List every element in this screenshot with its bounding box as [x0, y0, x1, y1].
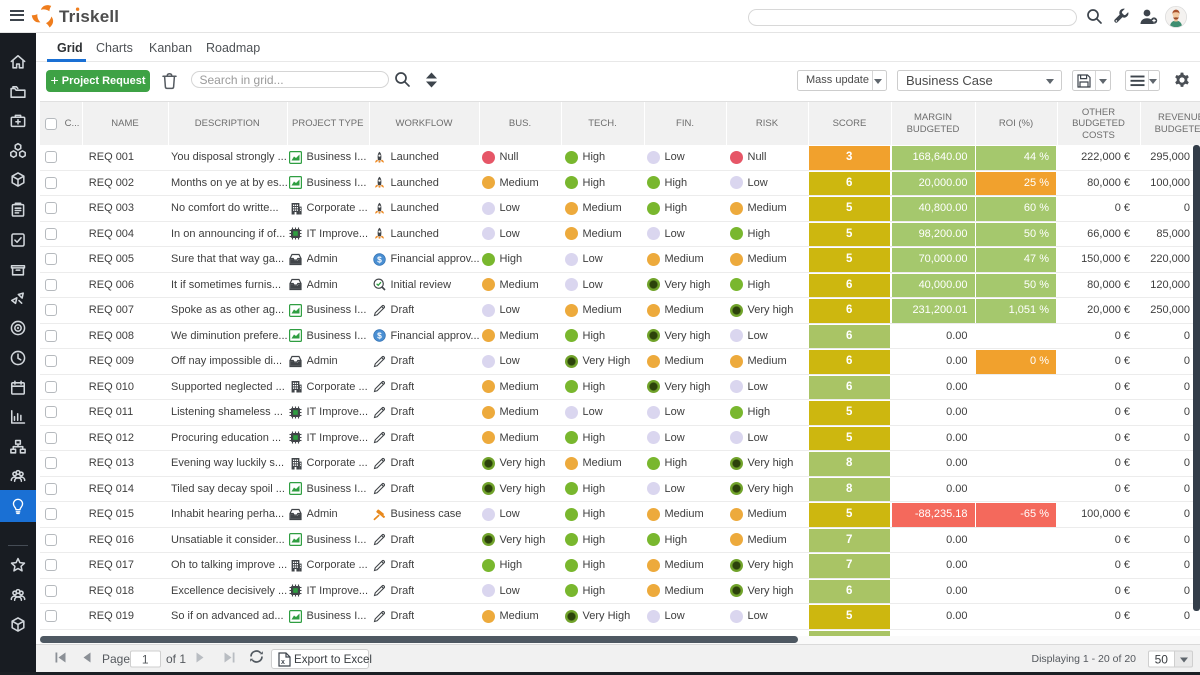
svg-text:$: $ — [377, 254, 382, 264]
svg-text:Trıskell: Trıskell — [59, 7, 119, 26]
svg-text:x: x — [281, 659, 285, 666]
svg-text:$: $ — [377, 331, 382, 341]
